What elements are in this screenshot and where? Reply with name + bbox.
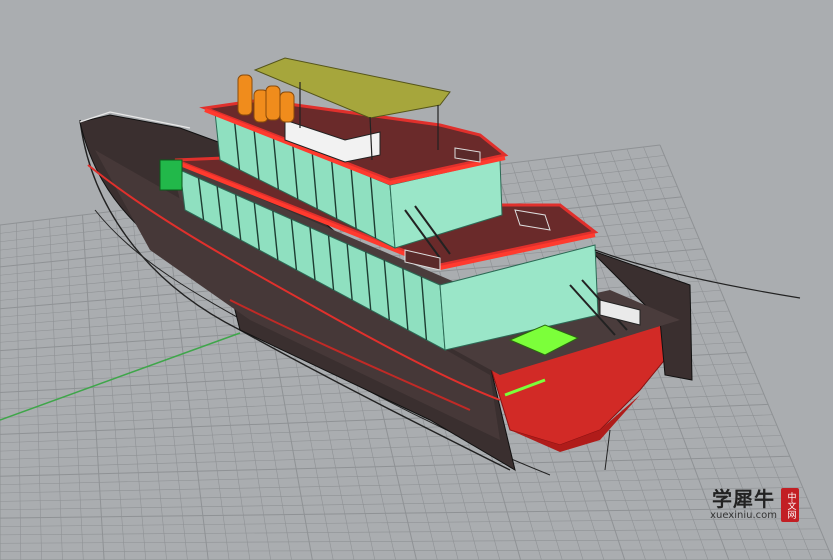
rudder-line (604, 429, 611, 471)
site-watermark: 学犀牛 xuexiniu.com 中文网 (710, 488, 799, 522)
green-bow-box (159, 159, 183, 191)
watermark-url: xuexiniu.com (710, 510, 777, 521)
watermark-text: 学犀牛 xuexiniu.com (710, 488, 777, 522)
viewport-scene[interactable] (0, 0, 833, 560)
watermark-seal-text: 中文网 (785, 491, 796, 519)
watermark-seal: 中文网 (781, 488, 799, 522)
watermark-brand: 学犀牛 (712, 487, 776, 511)
rhino-perspective-viewport[interactable]: 学犀牛 xuexiniu.com 中文网 (0, 0, 833, 560)
